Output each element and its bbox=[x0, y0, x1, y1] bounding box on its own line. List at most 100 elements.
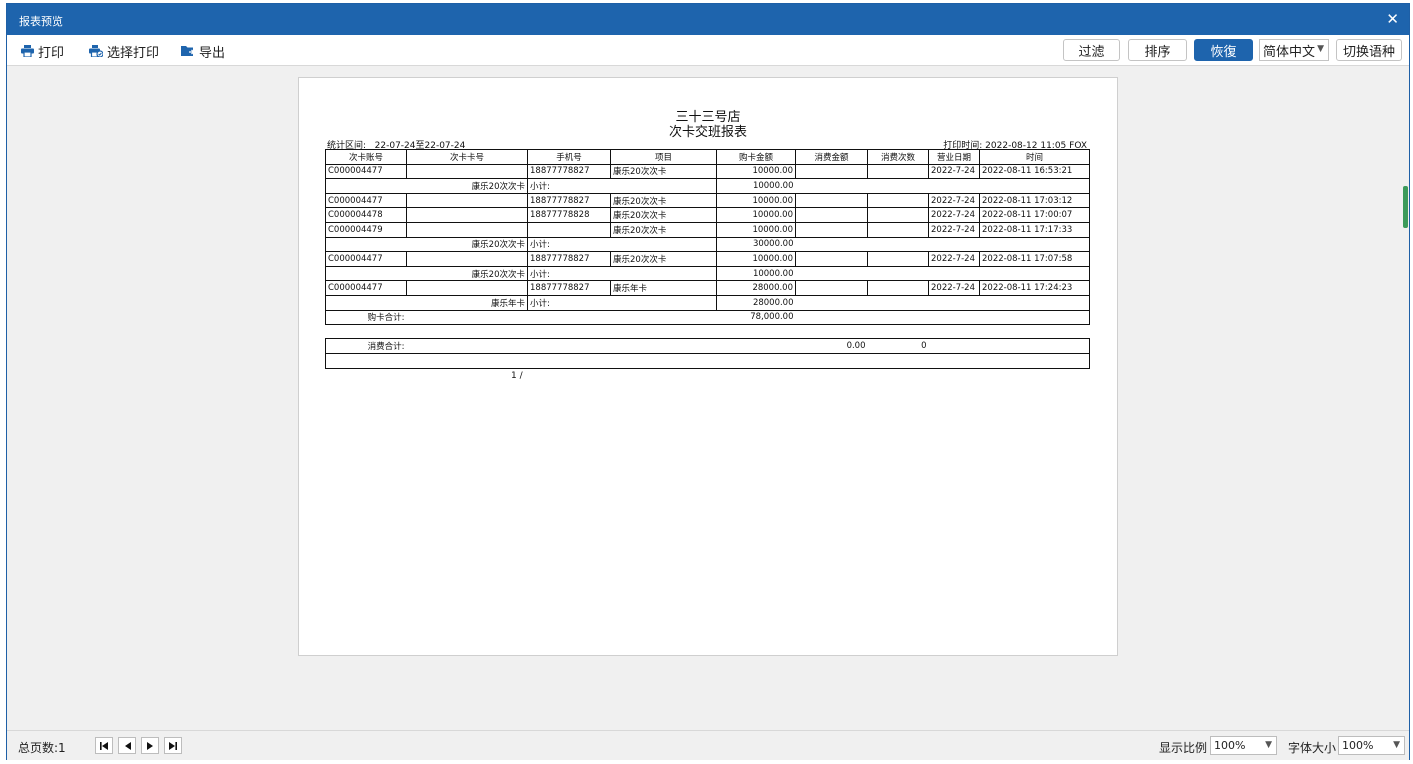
table-header-row: 次卡账号 次卡卡号 手机号 项目 购卡金额 消费金额 消费次数 营业日期 时间 bbox=[325, 149, 1090, 165]
export-button[interactable]: 导出 bbox=[181, 43, 226, 61]
cell-amount: 28000.00 bbox=[716, 280, 796, 296]
cell-consume-amount bbox=[795, 280, 868, 296]
prev-page-icon bbox=[124, 741, 131, 750]
cell-consume-amount bbox=[795, 207, 868, 223]
cell-amount: 10000.00 bbox=[716, 192, 796, 209]
purchase-total-row: 购卡合计: 78,000.00 bbox=[325, 309, 1090, 326]
subtotal-amount: 30000.00 bbox=[716, 236, 796, 253]
subtotal-row: 康乐年卡 小计: 28000.00 bbox=[325, 294, 1090, 311]
prev-page-button[interactable] bbox=[118, 737, 136, 754]
column-header: 项目 bbox=[610, 149, 717, 165]
cell-item: 康乐年卡 bbox=[610, 280, 717, 296]
subtotal-label: 小计: bbox=[527, 265, 717, 282]
cell-consume-count bbox=[867, 221, 929, 238]
cell-date: 2022-7-24 bbox=[928, 207, 980, 223]
switch-language-button[interactable]: 切换语种 bbox=[1336, 39, 1402, 61]
purchase-total-empty bbox=[795, 309, 1090, 326]
vertical-scrollbar-thumb[interactable] bbox=[1403, 186, 1408, 228]
cell-consume-count bbox=[867, 163, 929, 180]
table-row: C000004477 18877778827 康乐20次次卡 10000.00 … bbox=[325, 163, 1090, 180]
font-size-select[interactable]: 100% ▼ bbox=[1338, 736, 1405, 755]
cell-item: 康乐20次次卡 bbox=[610, 192, 717, 209]
purchase-total-value: 78,000.00 bbox=[716, 309, 796, 326]
printer-icon bbox=[21, 45, 34, 57]
consume-total-empty bbox=[928, 338, 1090, 354]
cell-phone: 18877778827 bbox=[527, 163, 611, 180]
cell-card bbox=[406, 280, 528, 296]
subtotal-name: 康乐20次次卡 bbox=[325, 265, 528, 282]
cell-item: 康乐20次次卡 bbox=[610, 251, 717, 267]
cell-card bbox=[406, 163, 528, 180]
window-title: 报表预览 bbox=[19, 15, 63, 28]
subtotal-empty bbox=[795, 178, 1090, 194]
subtotal-amount: 28000.00 bbox=[716, 294, 796, 311]
zoom-label: 显示比例 bbox=[1159, 741, 1208, 755]
subtotal-label: 小计: bbox=[527, 236, 717, 253]
preview-area[interactable]: 三十三号店 次卡交班报表 统计区间: 22-07-24至22-07-24 打印时… bbox=[7, 66, 1409, 730]
first-page-button[interactable] bbox=[95, 737, 113, 754]
cell-phone: 18877778828 bbox=[527, 207, 611, 223]
column-header: 手机号 bbox=[527, 149, 611, 165]
column-header: 消费金额 bbox=[795, 149, 868, 165]
last-page-button[interactable] bbox=[164, 737, 182, 754]
cell-amount: 10000.00 bbox=[716, 221, 796, 238]
language-select[interactable]: 简体中文 ▼ bbox=[1259, 39, 1329, 61]
column-header: 消费次数 bbox=[867, 149, 929, 165]
table-row: C000004478 18877778828 康乐20次次卡 10000.00 … bbox=[325, 207, 1090, 223]
subtotal-row: 康乐20次次卡 小计: 10000.00 bbox=[325, 265, 1090, 282]
export-label: 导出 bbox=[199, 45, 226, 61]
column-header: 次卡卡号 bbox=[406, 149, 528, 165]
consume-total-row: 消费合计: 0.00 0 bbox=[325, 338, 1090, 354]
subtotal-amount: 10000.00 bbox=[716, 178, 796, 194]
cell-consume-count bbox=[867, 207, 929, 223]
cell-consume-count bbox=[867, 251, 929, 267]
title-bar: 报表预览 ✕ bbox=[7, 4, 1409, 35]
subtotal-name: 康乐20次次卡 bbox=[325, 236, 528, 253]
consume-total-gap bbox=[406, 338, 796, 354]
cell-date: 2022-7-24 bbox=[928, 280, 980, 296]
close-icon[interactable]: ✕ bbox=[1386, 10, 1399, 28]
cell-phone: 18877778827 bbox=[527, 192, 611, 209]
cell-phone: 18877778827 bbox=[527, 251, 611, 267]
subtotal-label: 小计: bbox=[527, 178, 717, 194]
cell-card bbox=[406, 207, 528, 223]
subtotal-row: 康乐20次次卡 小计: 10000.00 bbox=[325, 178, 1090, 194]
filter-button[interactable]: 过滤 bbox=[1063, 39, 1120, 61]
select-print-button[interactable]: 选择打印 bbox=[89, 43, 160, 61]
consume-total-table: 消费合计: 0.00 0 bbox=[325, 338, 1090, 369]
column-header: 时间 bbox=[979, 149, 1090, 165]
cell-item: 康乐20次次卡 bbox=[610, 221, 717, 238]
cell-card bbox=[406, 251, 528, 267]
cell-time: 2022-08-11 17:17:33 bbox=[979, 221, 1090, 238]
subtotal-empty bbox=[795, 236, 1090, 253]
subtotal-row: 康乐20次次卡 小计: 30000.00 bbox=[325, 236, 1090, 253]
cell-date: 2022-7-24 bbox=[928, 251, 980, 267]
next-page-button[interactable] bbox=[141, 737, 159, 754]
cell-time: 2022-08-11 17:00:07 bbox=[979, 207, 1090, 223]
cell-card bbox=[406, 192, 528, 209]
cell-time: 2022-08-11 16:53:21 bbox=[979, 163, 1090, 180]
select-print-label: 选择打印 bbox=[107, 45, 160, 61]
table-row: C000004479 康乐20次次卡 10000.00 2022-7-24 20… bbox=[325, 221, 1090, 238]
cell-account: C000004477 bbox=[325, 192, 407, 209]
cell-date: 2022-7-24 bbox=[928, 163, 980, 180]
sort-button[interactable]: 排序 bbox=[1128, 39, 1187, 61]
cell-item: 康乐20次次卡 bbox=[610, 207, 717, 223]
first-page-icon bbox=[100, 741, 108, 750]
report-page: 三十三号店 次卡交班报表 统计区间: 22-07-24至22-07-24 打印时… bbox=[298, 77, 1118, 656]
restore-button[interactable]: 恢復 bbox=[1194, 39, 1253, 61]
zoom-select[interactable]: 100% ▼ bbox=[1210, 736, 1277, 755]
total-pages: 总页数:1 bbox=[18, 741, 66, 755]
cell-time: 2022-08-11 17:03:12 bbox=[979, 192, 1090, 209]
cell-time: 2022-08-11 17:24:23 bbox=[979, 280, 1090, 296]
subtotal-label: 小计: bbox=[527, 294, 717, 311]
export-folder-icon bbox=[181, 46, 195, 56]
cell-consume-amount bbox=[795, 163, 868, 180]
print-button[interactable]: 打印 bbox=[21, 43, 64, 61]
status-bar: 总页数:1 显示比例 100% ▼ 字体大小 100% ▼ bbox=[7, 730, 1409, 760]
chevron-down-icon: ▼ bbox=[1317, 44, 1324, 54]
next-page-icon bbox=[146, 741, 153, 750]
subtotal-name: 康乐年卡 bbox=[325, 294, 528, 311]
cell-time: 2022-08-11 17:07:58 bbox=[979, 251, 1090, 267]
cell-account: C000004477 bbox=[325, 251, 407, 267]
